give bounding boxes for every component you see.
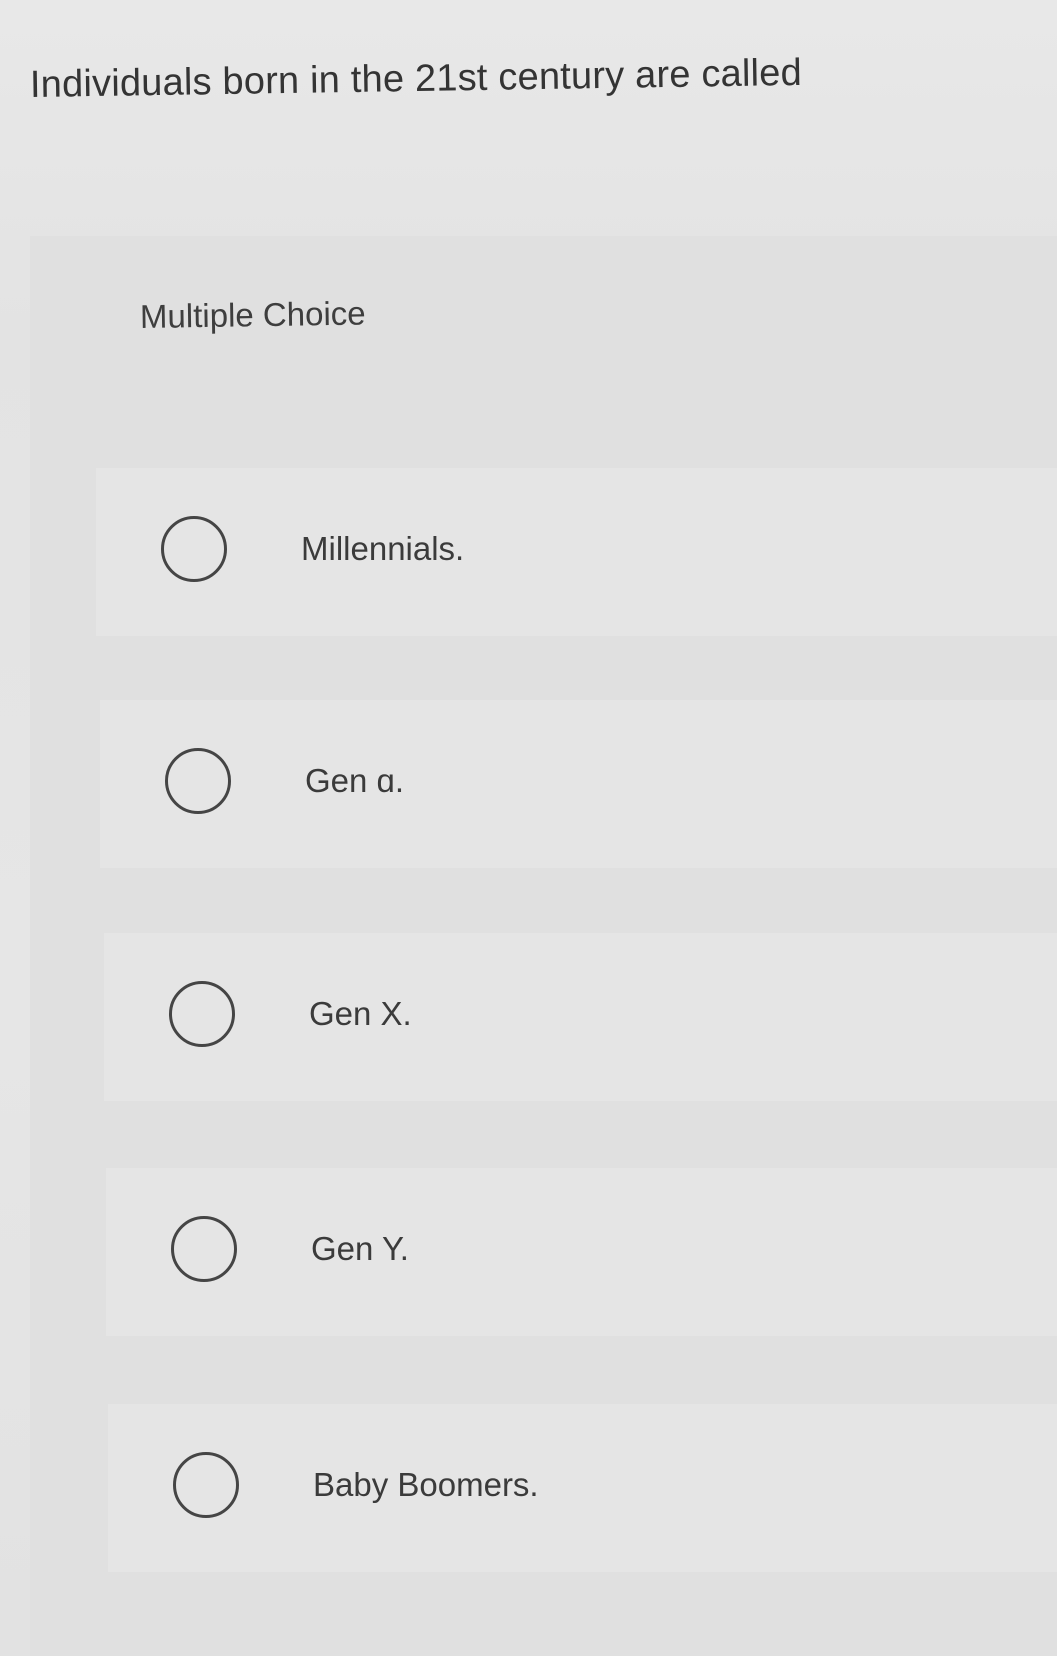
radio-button-icon[interactable] xyxy=(161,516,227,582)
answer-option-label: Millennials. xyxy=(301,530,465,567)
radio-button-icon[interactable] xyxy=(165,748,231,814)
answer-option-gen-y[interactable]: Gen Y. xyxy=(106,1168,1057,1336)
answer-option-baby-boomers[interactable]: Baby Boomers. xyxy=(108,1404,1057,1572)
answer-option-label: Baby Boomers. xyxy=(313,1466,539,1503)
multiple-choice-label: Multiple Choice xyxy=(139,294,366,335)
question-text: Individuals born in the 21st century are… xyxy=(29,51,803,106)
answer-option-label: Gen ɑ. xyxy=(305,762,405,799)
answer-option-gen-alpha[interactable]: Gen ɑ. xyxy=(100,700,1057,868)
radio-button-icon[interactable] xyxy=(171,1216,237,1282)
multiple-choice-panel: Multiple Choice Millennials. Gen ɑ. Gen … xyxy=(30,236,1057,1656)
radio-button-icon[interactable] xyxy=(173,1452,239,1518)
radio-button-icon[interactable] xyxy=(169,981,235,1047)
answer-option-label: Gen X. xyxy=(309,995,412,1032)
answer-option-millennials[interactable]: Millennials. xyxy=(96,468,1057,636)
answer-option-gen-x[interactable]: Gen X. xyxy=(104,933,1057,1101)
answer-option-label: Gen Y. xyxy=(311,1230,409,1267)
page: Individuals born in the 21st century are… xyxy=(0,0,1057,1656)
